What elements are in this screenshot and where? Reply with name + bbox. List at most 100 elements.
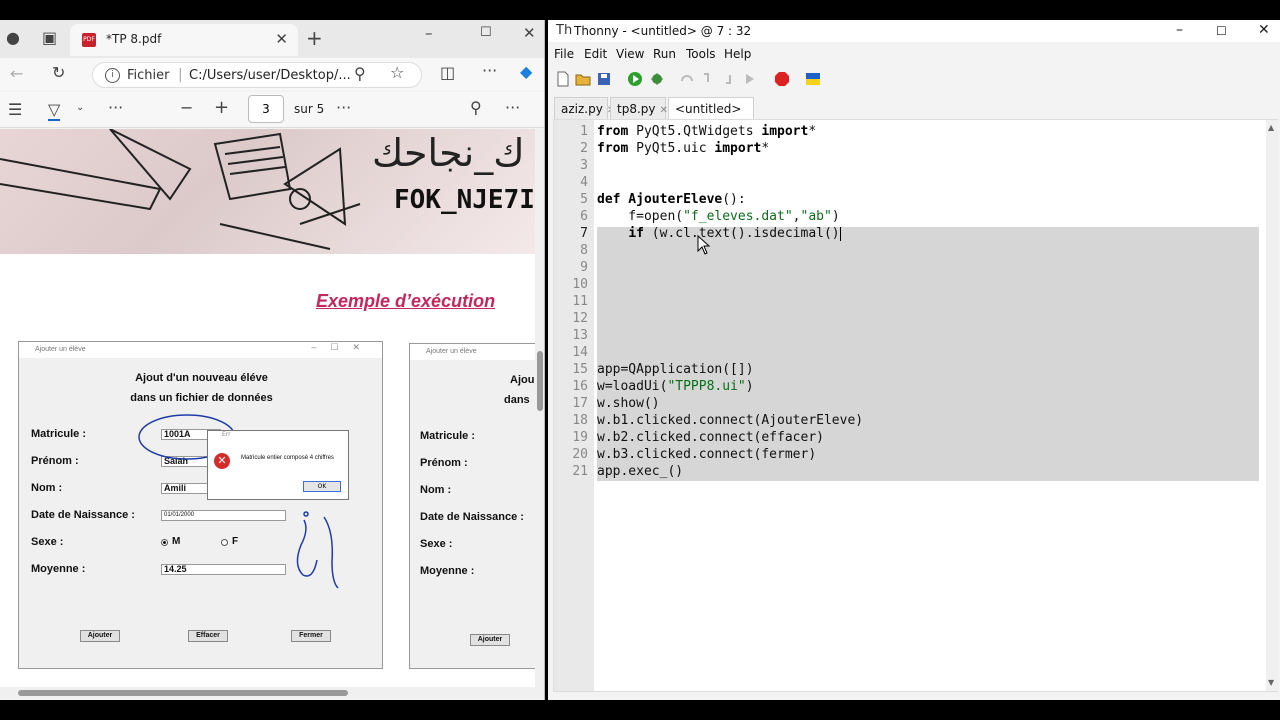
tab-aziz[interactable]: aziz.py✕ [554, 97, 615, 119]
code-line-18[interactable]: w.b1.clicked.connect(AjouterEleve) [597, 413, 863, 428]
contents-icon[interactable]: ☰ [8, 100, 22, 119]
chevron-down-icon[interactable]: ⌄ [76, 102, 84, 113]
minimize-icon[interactable]: – [425, 24, 433, 42]
save-icon[interactable] [596, 71, 612, 87]
tab-pdf[interactable]: PDF *TP 8.pdf ✕ [70, 24, 298, 56]
zoom-icon[interactable]: ⚲ [354, 64, 366, 83]
line-number: 19 [572, 430, 588, 445]
close-tab-icon[interactable]: ✕ [660, 105, 668, 116]
thonny-logo-icon: Th [556, 23, 573, 38]
profile-icon[interactable]: ● [6, 28, 20, 47]
address-scheme: Fichier [127, 68, 170, 83]
close-tab-icon[interactable]: ✕ [275, 30, 288, 48]
keyword: def [597, 192, 621, 207]
app2-label-matricule: Matricule : [420, 430, 476, 442]
pdf-vertical-scrollbar[interactable] [535, 129, 544, 699]
tab-actions-icon[interactable]: ▣ [42, 28, 57, 47]
back-icon[interactable]: ← [10, 64, 23, 83]
menu-tools[interactable]: Tools [686, 47, 716, 61]
address-separator: | [178, 67, 183, 83]
code-line-20[interactable]: w.b3.clicked.connect(fermer) [597, 447, 816, 462]
code-line-2[interactable]: from PyQt5.uic import* [597, 141, 769, 156]
step-over-icon[interactable] [679, 71, 695, 87]
tab-tp8-label: tp8.py [617, 102, 656, 116]
tab-untitled[interactable]: <untitled> *✕ [668, 97, 754, 138]
search-icon[interactable]: ⚲ [470, 98, 482, 117]
zoom-in-icon[interactable]: + [214, 97, 229, 118]
tab-aziz-label: aziz.py [561, 102, 603, 116]
split-screen-icon[interactable]: ◫ [440, 63, 455, 82]
code-text: ) [745, 379, 754, 394]
zoom-out-icon[interactable]: − [180, 98, 193, 117]
scroll-up-icon[interactable]: ▲ [1268, 123, 1274, 132]
line-number: 21 [572, 464, 588, 479]
app2-label-prenom: Prénom : [420, 457, 468, 469]
new-tab-icon[interactable]: + [306, 26, 323, 50]
favorite-star-icon[interactable]: ☆ [390, 63, 404, 82]
draw-icon[interactable]: ▽ [48, 100, 61, 121]
run-icon[interactable] [627, 71, 643, 87]
line-number: 9 [580, 260, 588, 275]
line-number: 8 [580, 243, 588, 258]
pdf-toolbar: ☰ ▽ ⌄ ··· − + 3 sur 5 ··· ⚲ ··· [0, 92, 544, 128]
new-file-icon[interactable] [555, 71, 571, 87]
string-literal: "ab" [800, 209, 832, 224]
line-number: 16 [572, 379, 588, 394]
menu-run[interactable]: Run [653, 47, 676, 61]
pdf-horizontal-scroll-thumb[interactable] [18, 690, 348, 696]
code-line-6[interactable]: f=open("f_eleves.dat","ab") [597, 209, 839, 224]
pdf-banner: ك_نجاحك FOK_NJE7IK [0, 129, 535, 254]
more-options-icon[interactable]: ··· [336, 98, 351, 117]
minimize-icon[interactable]: – [1176, 22, 1183, 38]
code-line-1[interactable]: from PyQt5.QtWidgets import* [597, 124, 816, 139]
maximize-icon[interactable]: ☐ [1216, 24, 1227, 38]
code-line-16[interactable]: w=loadUi("TPPP8.ui") [597, 379, 754, 394]
debug-icon[interactable] [649, 71, 665, 87]
code-line-15[interactable]: app=QApplication([]) [597, 362, 754, 377]
string-literal: "TPPP8.ui" [667, 379, 746, 394]
code-line-17[interactable]: w.show() [597, 396, 660, 411]
copilot-icon[interactable]: ◆ [520, 62, 532, 81]
step-out-icon[interactable] [722, 71, 738, 87]
open-file-icon[interactable] [575, 71, 591, 87]
thonny-title: Thonny - <untitled> @ 7 : 32 [574, 24, 752, 38]
menu-file[interactable]: File [554, 47, 574, 61]
info-icon[interactable]: i [105, 68, 120, 83]
code-text: w=loadUi( [597, 379, 668, 394]
close-window-icon[interactable]: ✕ [1258, 22, 1270, 38]
code-editor[interactable]: 1 2 3 4 5 6 7 8 9 10 11 12 13 14 15 16 1… [553, 119, 1278, 692]
code-line-19[interactable]: w.b2.clicked.connect(effacer) [597, 430, 824, 445]
menu-help[interactable]: Help [724, 47, 751, 61]
stop-icon[interactable] [774, 71, 790, 87]
close-window-icon[interactable]: ✕ [523, 24, 536, 42]
pdf-more-icon[interactable]: ··· [505, 98, 520, 117]
more-menu-icon[interactable]: ··· [482, 61, 497, 80]
menu-view[interactable]: View [616, 47, 644, 61]
string-literal: "f_eleves.dat" [683, 209, 793, 224]
editor-vertical-scrollbar[interactable]: ▲ ▼ [1266, 120, 1278, 691]
refresh-icon[interactable]: ↻ [52, 63, 65, 82]
thonny-toolbar [548, 67, 1280, 93]
pdf-vertical-scroll-thumb[interactable] [537, 351, 543, 411]
banner-arabic-text: ك_نجاحك [372, 131, 525, 175]
pdf-horizontal-scrollbar[interactable] [0, 687, 535, 699]
page-number-input[interactable]: 3 [248, 95, 284, 123]
code-text: , [792, 209, 801, 224]
app2-label-moyenne: Moyenne : [420, 565, 475, 577]
maximize-icon[interactable]: ☐ [480, 25, 492, 40]
dialog-ok-button[interactable]: OK [303, 481, 341, 492]
code-line-7[interactable]: if (w.cl.text().isdecimal() [597, 226, 841, 241]
menu-edit[interactable]: Edit [584, 47, 607, 61]
code-line-21[interactable]: app.exec_() [597, 464, 683, 479]
step-into-icon[interactable] [700, 71, 716, 87]
scroll-down-icon[interactable]: ▼ [1268, 678, 1274, 687]
app2-ajouter-button[interactable]: Ajouter [470, 634, 510, 646]
more-tools-icon[interactable]: ··· [108, 98, 123, 117]
address-bar[interactable]: i Fichier | C:/Users/user/Desktop/... [92, 62, 422, 88]
resume-icon[interactable] [743, 71, 759, 87]
ukraine-flag-icon[interactable] [805, 71, 821, 87]
pdf-icon: PDF [82, 33, 96, 47]
code-line-5[interactable]: def AjouterEleve(): [597, 192, 746, 207]
tab-tp8[interactable]: tp8.py ✕ [610, 97, 668, 119]
